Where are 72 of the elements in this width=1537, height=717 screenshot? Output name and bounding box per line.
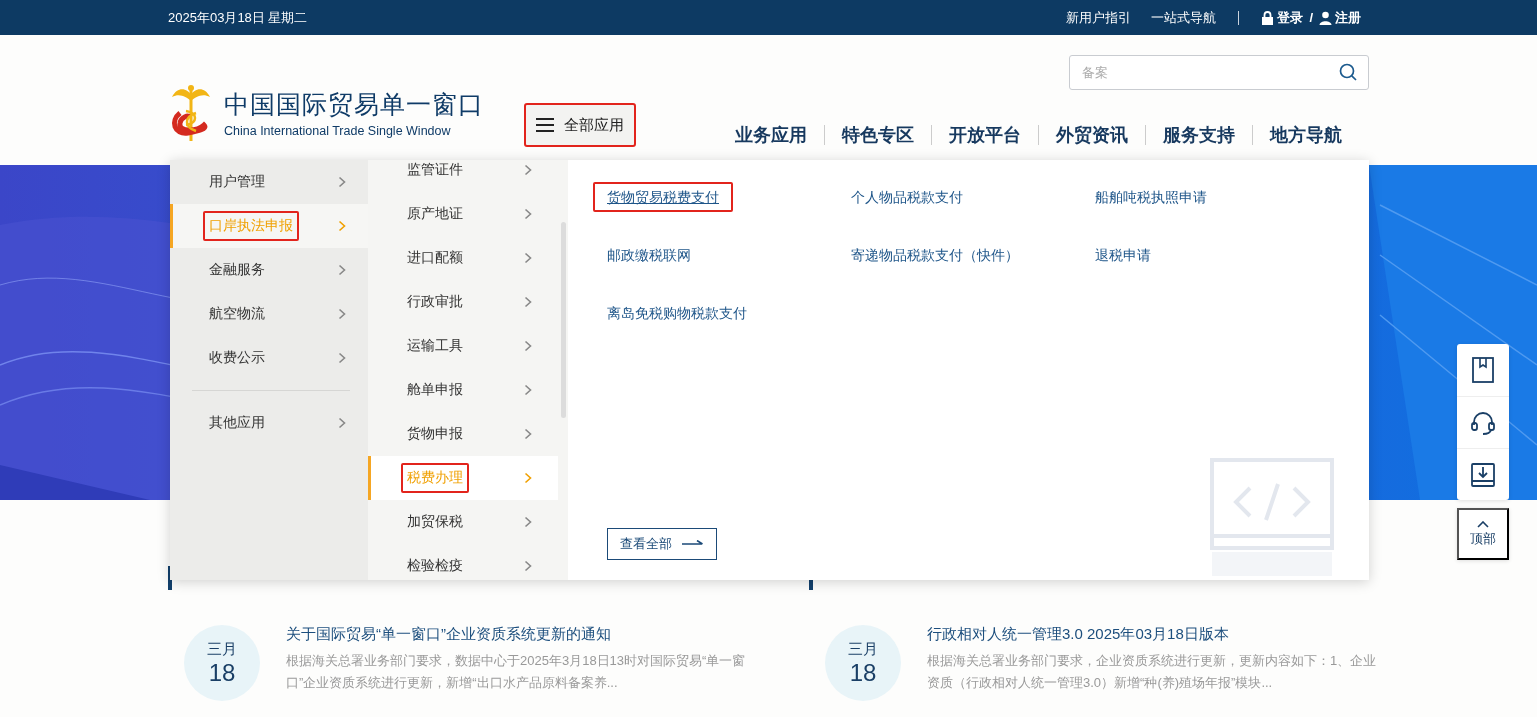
chevron-icon [338,220,346,232]
chevron-icon [524,384,532,396]
menu-link[interactable]: 个人物品税款支付 [837,182,977,212]
highlight-frame: 税费办理 [401,463,469,493]
scrollbar[interactable] [561,222,566,418]
site-subtitle: China International Trade Single Window [224,124,452,138]
chevron-icon [338,176,346,188]
menu-item[interactable]: 行政审批 [368,280,558,324]
chevron-icon [524,472,532,484]
search-field[interactable]: 备案 [1069,55,1369,90]
date-day: 18 [208,658,236,687]
top-link[interactable]: 一站式导航 [1151,8,1217,27]
lock-icon [1261,10,1275,25]
login-link[interactable]: 登录 [1261,8,1304,27]
menu-link[interactable]: 邮政缴税联网 [593,240,705,270]
caret-icon [1477,520,1489,528]
chevron-icon [524,296,532,308]
menu-link[interactable]: 离岛免税购物税款支付 [593,298,761,328]
menu-item[interactable]: 监管证件 [368,160,558,192]
site-title: 中国国际贸易单一窗口 [224,89,484,120]
chevron-icon [338,308,346,320]
nav-link[interactable]: 业务应用 [718,125,824,145]
news-title-link[interactable]: 关于国际贸易“单一窗口”企业资质系统更新的通知 [286,625,746,644]
menu-link[interactable]: 货物贸易税费支付 [593,182,733,212]
arrow-icon [682,540,704,548]
chevron-icon [524,252,532,264]
chevron-icon [524,560,532,572]
chevron-icon [524,208,532,220]
chevron-icon [338,417,346,429]
nav-link[interactable]: 服务支持 [1145,125,1252,145]
chevron-icon [524,428,532,440]
nav-link[interactable]: 开放平台 [931,125,1038,145]
chevron-icon [338,264,346,276]
download-icon[interactable] [1470,460,1496,489]
menu-link[interactable]: 船舶吨税执照申请 [1081,182,1221,212]
chevron-icon [524,164,532,176]
date-text: 2025年03月18日 星期二 [168,8,308,27]
nav-link[interactable]: 外贸资讯 [1038,125,1145,145]
back-to-top-button[interactable]: 顶部 [1457,508,1509,560]
menu-item[interactable]: 航空物流 [170,292,368,336]
menu-item[interactable]: 加贸保税 [368,500,558,544]
menu-link[interactable]: 退税申请 [1081,240,1165,270]
menu-item[interactable]: 进口配额 [368,236,558,280]
menu-item[interactable]: 收费公示 [170,336,368,380]
menu-item[interactable]: 原产地证 [368,192,558,236]
menu-item[interactable]: 其他应用 [170,401,368,445]
news-title-link[interactable]: 行政相对人统一管理3.0 2025年03月18日版本 [927,625,1387,644]
nav-link[interactable]: 特色专区 [824,125,931,145]
date-day: 18 [849,658,877,687]
chevron-icon [524,516,532,528]
book-icon[interactable] [1470,356,1496,384]
menu-icon [536,118,554,132]
menu-item[interactable]: 金融服务 [170,248,368,292]
date-month: 三月 [207,639,237,659]
menu-item[interactable]: 舱单申报 [368,368,558,412]
menu-item[interactable]: 用户管理 [170,160,368,204]
date-month: 三月 [848,639,878,659]
menu-item[interactable]: 货物申报 [368,412,558,456]
menu-item[interactable]: 运输工具 [368,324,558,368]
chevron-icon [524,340,532,352]
view-all-button[interactable]: 查看全部 [607,528,717,560]
chevron-icon [338,352,346,364]
all-apps-button[interactable]: 全部应用 [524,103,636,147]
menu-link[interactable]: 寄递物品税款支付（快件） [837,240,1033,270]
highlight-frame: 口岸执法申报 [203,211,299,241]
top-link[interactable]: 新用户指引 [1066,8,1132,27]
register-link[interactable]: 注册 [1319,8,1361,27]
nav-link[interactable]: 地方导航 [1252,125,1359,145]
user-icon [1319,10,1332,25]
slash-separator: / [1309,10,1313,25]
search-icon [1339,63,1357,81]
menu-item[interactable]: 检验检疫 [368,544,558,580]
